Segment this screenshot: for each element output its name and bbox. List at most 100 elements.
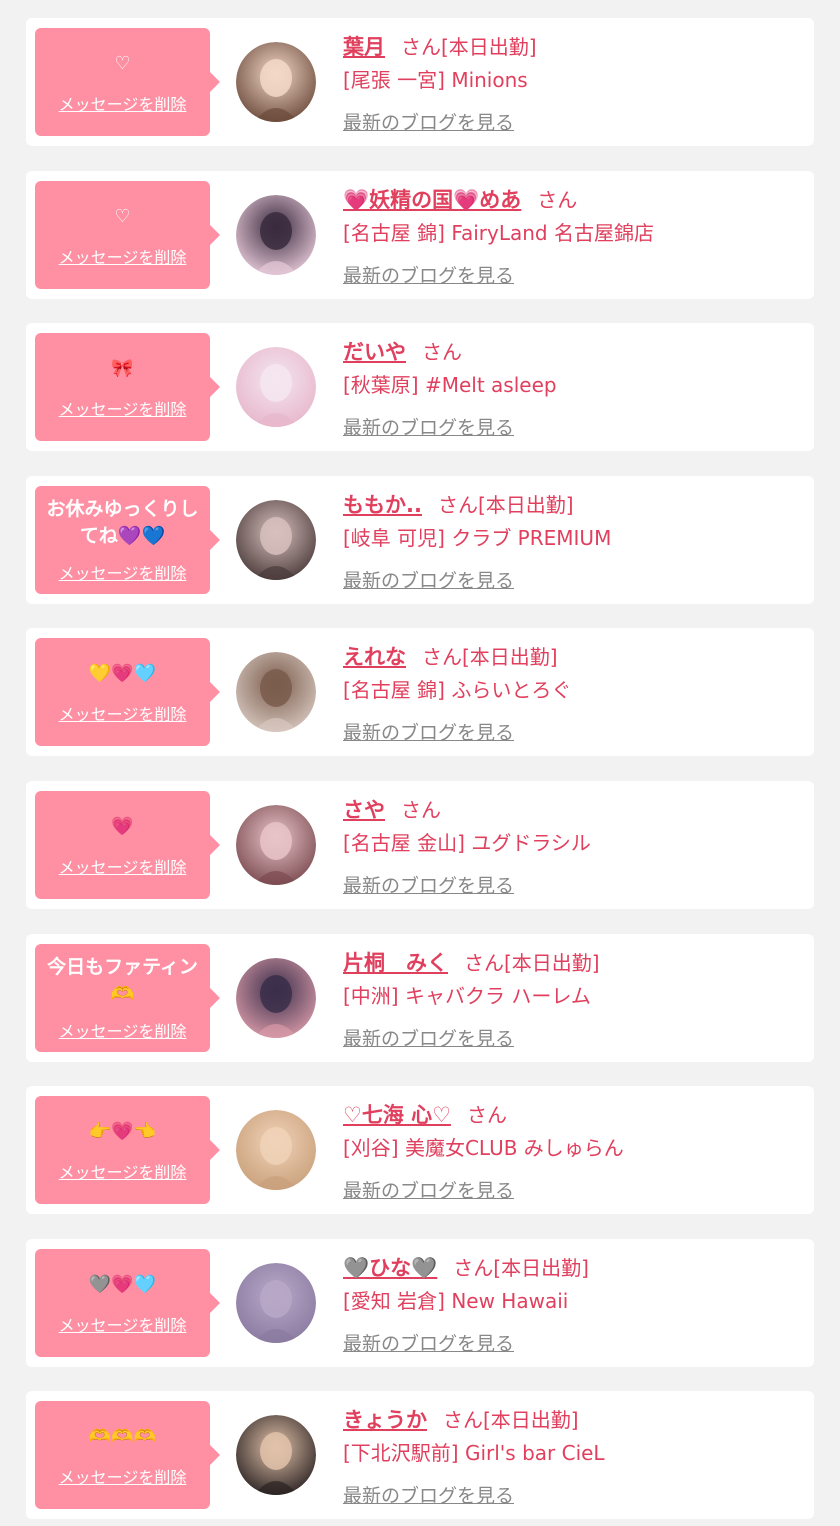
honorific: さん <box>422 645 462 669</box>
message-text: 💛💗🩵 <box>88 662 157 684</box>
avatar-image <box>236 652 316 732</box>
cast-info: 🩶ひな🩶 さん[本日出勤] [愛知 岩倉] New Hawaii 最新のブログを見… <box>343 1251 803 1356</box>
avatar[interactable] <box>236 958 316 1038</box>
cast-name-link[interactable]: だいや <box>343 340 406 364</box>
message-text: 🫶🫶🫶 <box>88 1425 157 1447</box>
latest-blog-link[interactable]: 最新のブログを見る <box>343 566 514 593</box>
honorific: さん <box>537 188 578 212</box>
shop-label: [名古屋 金山] ユグドラシル <box>343 831 591 855</box>
cast-name-link[interactable]: 💗妖精の国💗めあ <box>343 188 521 212</box>
cast-name-link[interactable]: さや <box>343 798 385 822</box>
cast-name-link[interactable]: 🩶ひな🩶 <box>343 1256 437 1280</box>
latest-blog-link[interactable]: 最新のブログを見る <box>343 1024 514 1051</box>
honorific: さん <box>453 1256 494 1280</box>
latest-blog-link[interactable]: 最新のブログを見る <box>343 261 514 288</box>
avatar[interactable] <box>236 1110 316 1190</box>
avatar[interactable] <box>236 805 316 885</box>
shop-label: [下北沢駅前] Girl's bar CieL <box>343 1441 605 1465</box>
honorific: さん <box>422 340 462 364</box>
latest-blog-link[interactable]: 最新のブログを見る <box>343 108 514 135</box>
working-today-badge: [本日出勤] <box>477 493 574 517</box>
message-text: 今日もファティン🫶 <box>47 956 198 1005</box>
list-item: 🫶🫶🫶 メッセージを削除 きょうか さん[本日出勤] [下北沢駅前] Girl'… <box>26 1391 814 1519</box>
list-item: 🎀 メッセージを削除 だいやさん [秋葉原] #Melt asleep 最新のブ… <box>26 323 814 451</box>
delete-message-button[interactable]: メッセージを削除 <box>59 1159 187 1183</box>
shop-label: [尾張 一宮] Minions <box>343 68 528 92</box>
avatar[interactable] <box>236 347 316 427</box>
shop-label: [愛知 岩倉] New Hawaii <box>343 1289 569 1313</box>
delete-message-button[interactable]: メッセージを削除 <box>59 701 187 725</box>
list-item: 今日もファティン🫶 メッセージを削除 片桐 みく さん[本日出勤] [中洲] キ… <box>26 934 814 1062</box>
list-item: 💛💗🩵 メッセージを削除 えれな さん[本日出勤] [名古屋 錦] ふらいとろぐ… <box>26 628 814 756</box>
shop-label: [刈谷] 美魔女CLUB みしゅらん <box>343 1136 624 1160</box>
working-today-badge: [本日出勤] <box>441 35 537 59</box>
delete-message-button[interactable]: メッセージを削除 <box>59 854 187 878</box>
message-text: お休みゆっくりしてね💜💙 <box>46 498 199 547</box>
cast-name-link[interactable]: ももか.. <box>343 493 422 517</box>
list-item: ♡ メッセージを削除 葉月 さん[本日出勤] [尾張 一宮] Minions 最… <box>26 18 814 146</box>
avatar[interactable] <box>236 500 316 580</box>
favorites-list: ♡ メッセージを削除 葉月 さん[本日出勤] [尾張 一宮] Minions 最… <box>0 0 840 1526</box>
cast-name-link[interactable]: ♡七海 心♡ <box>343 1103 451 1127</box>
honorific: さん <box>443 1408 483 1432</box>
message-text: ♡ <box>114 205 131 227</box>
name-row: きょうか さん[本日出勤] <box>343 1403 803 1437</box>
cast-name-link[interactable]: 葉月 <box>343 35 385 59</box>
cast-info: えれな さん[本日出勤] [名古屋 錦] ふらいとろぐ 最新のブログを見る <box>343 640 803 745</box>
delete-message-button[interactable]: メッセージを削除 <box>59 91 187 115</box>
honorific: さん <box>464 951 504 975</box>
list-item: 👉💗👈 メッセージを削除 ♡七海 心♡ さん [刈谷] 美魔女CLUB みしゅら… <box>26 1086 814 1214</box>
avatar-image <box>236 805 316 885</box>
name-row: ももか.. さん[本日出勤] <box>343 488 803 522</box>
name-row: さや さん <box>343 793 803 827</box>
avatar[interactable] <box>236 652 316 732</box>
latest-blog-link[interactable]: 最新のブログを見る <box>343 1481 514 1508</box>
avatar-image <box>236 195 316 275</box>
cast-name-link[interactable]: 片桐 みく <box>343 951 448 975</box>
cast-info: 💗妖精の国💗めあ さん [名古屋 錦] FairyLand 名古屋錦店 最新のブロ… <box>343 183 803 288</box>
avatar[interactable] <box>236 195 316 275</box>
avatar[interactable] <box>236 42 316 122</box>
name-row: 🩶ひな🩶 さん[本日出勤] <box>343 1251 803 1285</box>
message-text: 🩶💗🩵 <box>88 1273 157 1295</box>
working-today-badge: [本日出勤] <box>504 951 600 975</box>
avatar-image <box>236 1110 316 1190</box>
avatar-image <box>236 347 316 427</box>
message-bubble: お休みゆっくりしてね💜💙 メッセージを削除 <box>35 486 220 594</box>
message-text: 👉💗👈 <box>88 1120 157 1142</box>
name-row: 片桐 みく さん[本日出勤] <box>343 946 803 980</box>
cast-name-link[interactable]: きょうか <box>343 1408 427 1432</box>
latest-blog-link[interactable]: 最新のブログを見る <box>343 1329 514 1356</box>
avatar-image <box>236 42 316 122</box>
working-today-badge: [本日出勤] <box>462 645 558 669</box>
avatar-image <box>236 958 316 1038</box>
delete-message-button[interactable]: メッセージを削除 <box>59 1018 187 1042</box>
latest-blog-link[interactable]: 最新のブログを見る <box>343 871 514 898</box>
working-today-badge: [本日出勤] <box>483 1408 579 1432</box>
cast-info: さや さん [名古屋 金山] ユグドラシル 最新のブログを見る <box>343 793 803 898</box>
delete-message-button[interactable]: メッセージを削除 <box>59 560 187 584</box>
avatar-image <box>236 500 316 580</box>
latest-blog-link[interactable]: 最新のブログを見る <box>343 1176 514 1203</box>
name-row: 葉月 さん[本日出勤] <box>343 30 803 64</box>
delete-message-button[interactable]: メッセージを削除 <box>59 396 187 420</box>
message-text: 🎀 <box>111 357 134 379</box>
delete-message-button[interactable]: メッセージを削除 <box>59 1464 187 1488</box>
honorific: さん <box>401 35 441 59</box>
list-item: 💗 メッセージを削除 さや さん [名古屋 金山] ユグドラシル 最新のブログを… <box>26 781 814 909</box>
message-bubble: 🎀 メッセージを削除 <box>35 333 220 441</box>
avatar[interactable] <box>236 1415 316 1495</box>
delete-message-button[interactable]: メッセージを削除 <box>59 244 187 268</box>
latest-blog-link[interactable]: 最新のブログを見る <box>343 718 514 745</box>
list-item: お休みゆっくりしてね💜💙 メッセージを削除 ももか.. さん[本日出勤] [岐阜… <box>26 476 814 604</box>
cast-info: 片桐 みく さん[本日出勤] [中洲] キャバクラ ハーレム 最新のブログを見る <box>343 946 803 1051</box>
delete-message-button[interactable]: メッセージを削除 <box>59 1312 187 1336</box>
honorific: さん <box>466 1103 507 1127</box>
cast-name-link[interactable]: えれな <box>343 645 406 669</box>
shop-label: [名古屋 錦] FairyLand 名古屋錦店 <box>343 221 654 245</box>
message-text: 💗 <box>111 815 134 837</box>
cast-info: きょうか さん[本日出勤] [下北沢駅前] Girl's bar CieL 最新の… <box>343 1403 803 1508</box>
latest-blog-link[interactable]: 最新のブログを見る <box>343 413 514 440</box>
message-bubble: ♡ メッセージを削除 <box>35 28 220 136</box>
avatar[interactable] <box>236 1263 316 1343</box>
